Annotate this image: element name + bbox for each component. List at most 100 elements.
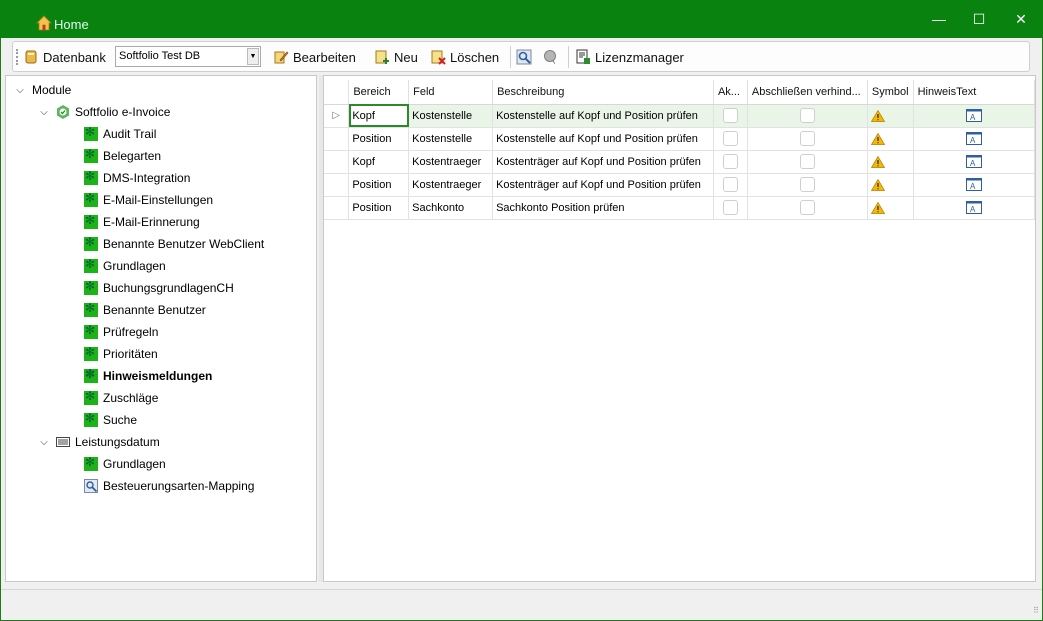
cell-feld[interactable]: Kostentraeger [408,150,494,174]
chevron-down-icon[interactable]: ⌵ [38,106,50,118]
cell-feld[interactable]: Kostenstelle [408,104,494,128]
tree-item-benannte-benutzer[interactable]: Benannte Benutzer [84,299,206,321]
cell-hinweistext[interactable]: A [913,104,1036,128]
chevron-down-icon[interactable]: ⌵ [14,84,26,96]
tree-item-label: Audit Trail [103,127,157,141]
cell-bereich[interactable]: Kopf [348,150,410,174]
tree-node-softfolio[interactable]: ⌵ Softfolio e-Invoice [38,101,170,123]
database-select[interactable]: Softfolio Test DB ▼ [115,46,261,67]
tree-item-pruefregeln[interactable]: Prüfregeln [84,321,158,343]
table-row[interactable]: Kopf Kostentraeger Kostenträger auf Kopf… [324,150,1036,174]
column-header-hinweistext[interactable]: HinweisText [913,80,1036,105]
cell-hinweistext[interactable]: A [913,127,1036,151]
cell-abschliessen[interactable] [747,127,868,151]
aktiv-checkbox[interactable] [722,131,738,146]
cell-symbol[interactable] [867,104,914,128]
cell-aktiv[interactable] [713,196,748,220]
cell-bereich[interactable]: Kopf [348,104,410,128]
cell-abschliessen[interactable] [747,196,868,220]
column-header-feld[interactable]: Feld [408,80,494,105]
resize-grip-icon[interactable]: ⠿ [1033,606,1039,615]
tree-item-dms-integration[interactable]: DMS-Integration [84,167,190,189]
aktiv-checkbox[interactable] [722,200,738,215]
cell-hinweistext[interactable]: A [913,196,1036,220]
cell-bereich[interactable]: Position [348,173,410,197]
close-button[interactable]: ✕ [998,0,1043,38]
cell-aktiv[interactable] [713,150,748,174]
cell-beschreibung[interactable]: Kostenstelle auf Kopf und Position prüfe… [492,104,714,128]
tree-item-email-einstellungen[interactable]: E-Mail-Einstellungen [84,189,213,211]
cell-aktiv[interactable] [713,104,748,128]
cell-beschreibung[interactable]: Kostenträger auf Kopf und Position prüfe… [492,173,714,197]
tree-node-module[interactable]: ⌵ Module [14,79,71,101]
abschliessen-checkbox[interactable] [799,108,815,123]
aktiv-checkbox[interactable] [722,177,738,192]
rules-grid[interactable]: Bereich Feld Beschreibung Ak... Abschlie… [323,75,1036,582]
cell-abschliessen[interactable] [747,173,868,197]
cell-feld[interactable]: Kostentraeger [408,173,494,197]
table-row[interactable]: Position Kostentraeger Kostenträger auf … [324,173,1036,197]
cell-abschliessen[interactable] [747,150,868,174]
aktiv-checkbox[interactable] [722,108,738,123]
maximize-button[interactable]: ☐ [956,0,1002,38]
cell-bereich[interactable]: Position [348,127,410,151]
tree-item-suche[interactable]: Suche [84,409,137,431]
abschliessen-checkbox[interactable] [799,177,815,192]
edit-button[interactable]: Bearbeiten [273,46,356,68]
abschliessen-checkbox[interactable] [799,131,815,146]
tree-item-ld-grundlagen[interactable]: Grundlagen [84,453,166,475]
abschliessen-checkbox[interactable] [799,200,815,215]
delete-button[interactable]: Löschen [430,46,499,68]
tree-item-zuschlaege[interactable]: Zuschläge [84,387,158,409]
column-header-symbol[interactable]: Symbol [867,80,914,105]
chevron-down-icon[interactable]: ⌵ [38,436,50,448]
cell-hinweistext[interactable]: A [913,173,1036,197]
license-manager-button[interactable]: Lizenzmanager [575,46,684,68]
cell-hinweistext[interactable]: A [913,150,1036,174]
tree-node-label: Softfolio e-Invoice [75,105,171,119]
svg-text:A: A [970,159,976,168]
gear-icon [84,125,98,141]
tree-item-buchungsgrundlagen-ch[interactable]: BuchungsgrundlagenCH [84,277,234,299]
cell-symbol[interactable] [867,150,914,174]
cell-bereich[interactable]: Position [348,196,410,220]
cell-beschreibung[interactable]: Kostenstelle auf Kopf und Position prüfe… [492,127,714,151]
tree-item-email-erinnerung[interactable]: E-Mail-Erinnerung [84,211,200,233]
column-header-beschreibung[interactable]: Beschreibung [492,80,714,105]
column-header-aktiv[interactable]: Ak... [713,80,748,105]
cell-feld[interactable]: Kostenstelle [408,127,494,151]
settings-tool-button[interactable] [516,46,536,68]
svg-text:A: A [970,205,976,214]
tree-item-audit-trail[interactable]: Audit Trail [84,123,156,145]
tree-item-hinweismeldungen[interactable]: Hinweismeldungen [84,365,212,387]
column-header-bereich[interactable]: Bereich [348,80,410,105]
table-row[interactable]: Position Sachkonto Sachkonto Position pr… [324,196,1036,220]
tree-item-prioritaeten[interactable]: Prioritäten [84,343,158,365]
cell-aktiv[interactable] [713,173,748,197]
abschliessen-checkbox[interactable] [799,154,815,169]
cell-symbol[interactable] [867,127,914,151]
cell-symbol[interactable] [867,173,914,197]
tree-node-leistungsdatum[interactable]: ⌵ Leistungsdatum [38,431,160,453]
cell-abschliessen[interactable] [747,104,868,128]
tree-item-benannte-benutzer-webclient[interactable]: Benannte Benutzer WebClient [84,233,264,255]
column-header-abschliessen[interactable]: Abschließen verhind... [747,80,868,105]
cell-beschreibung[interactable]: Kostenträger auf Kopf und Position prüfe… [492,150,714,174]
tree-item-grundlagen[interactable]: Grundlagen [84,255,166,277]
tree-item-besteuerungsarten-mapping[interactable]: Besteuerungsarten-Mapping [84,475,254,497]
client-area: Datenbank Softfolio Test DB ▼ Bearbeiten… [1,38,1042,620]
tree-item-belegarten[interactable]: Belegarten [84,145,161,167]
module-tree[interactable]: ⌵ Module ⌵ Softfolio e-Invoice Audit Tra… [5,75,317,582]
chat-tool-button[interactable] [542,46,562,68]
table-row[interactable]: Position Kostenstelle Kostenstelle auf K… [324,127,1036,151]
chevron-down-icon[interactable]: ▼ [247,48,259,65]
cell-feld[interactable]: Sachkonto [408,196,494,220]
table-row[interactable]: ▷ Kopf Kostenstelle Kostenstelle auf Kop… [324,104,1036,128]
toolbar-grip[interactable] [16,49,18,65]
cell-beschreibung[interactable]: Sachkonto Position prüfen [492,196,714,220]
warning-icon [870,132,885,145]
new-button[interactable]: Neu [374,46,418,68]
cell-symbol[interactable] [867,196,914,220]
cell-aktiv[interactable] [713,127,748,151]
aktiv-checkbox[interactable] [722,154,738,169]
